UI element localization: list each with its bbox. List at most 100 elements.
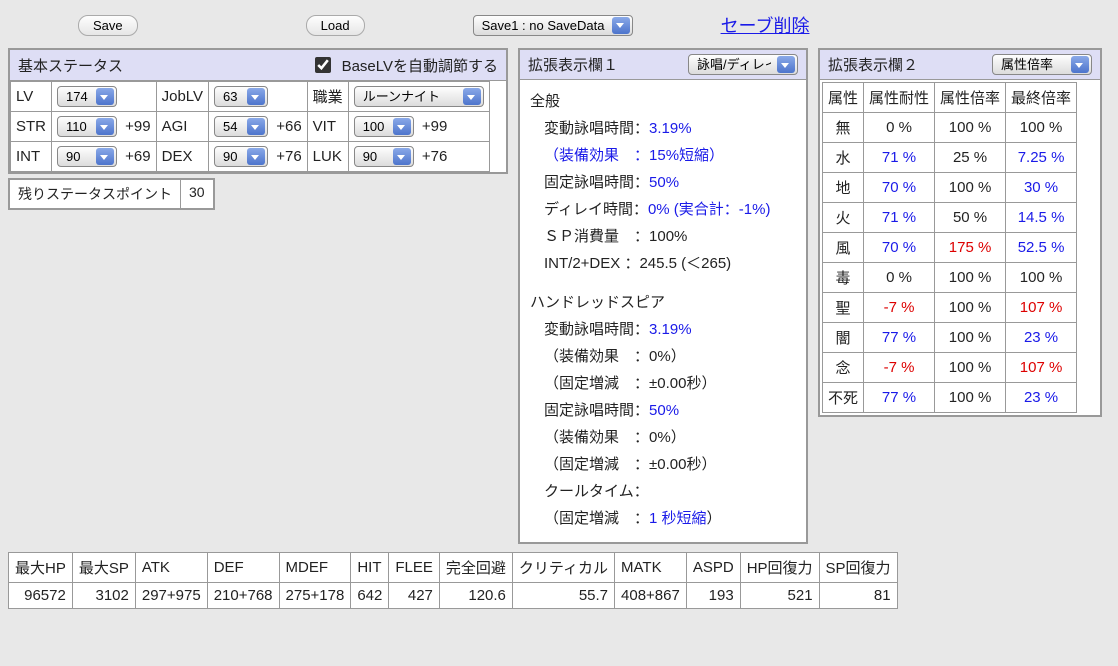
agi-label: AGI [156,112,208,142]
footer-header: 最大SP [72,553,135,583]
s-fix2-value: ±0.00秒 [649,456,701,473]
footer-header: DEF [207,553,279,583]
ext2-title: 拡張表示欄２ [828,54,918,75]
footer-header: 最大HP [9,553,73,583]
footer-value: 96572 [9,583,73,609]
footer-value: 120.6 [439,583,512,609]
int-select[interactable]: 90 [57,146,117,167]
s-cool-label: クールタイム： [544,483,649,500]
s-equip2-value: 0% [649,429,671,446]
save-button[interactable]: Save [78,15,138,36]
footer-value: 297+975 [135,583,207,609]
footer-header: MATK [615,553,687,583]
footer-value: 55.7 [512,583,614,609]
skill-name: ハンドレッドスピア [530,289,796,316]
footer-header: MDEF [279,553,351,583]
s-fcast-value: 50% [649,402,679,419]
table-row: 不死77 %100 %23 % [823,383,1077,413]
s-equip-value: 0% [649,348,671,365]
luk-label: LUK [307,142,348,172]
elem-header: 属性倍率 [935,83,1006,113]
delay-value: 0% (実合計：-1%) [648,201,771,218]
ext-panel-2: 拡張表示欄２ 属性倍率 属性属性耐性属性倍率最終倍率無0 %100 %100 %… [818,48,1102,417]
str-label: STR [11,112,52,142]
luk-bonus: +76 [418,148,447,165]
footer-value: 427 [389,583,440,609]
footer-header: FLEE [389,553,440,583]
element-table: 属性属性耐性属性倍率最終倍率無0 %100 %100 %水71 %25 %7.2… [822,82,1077,413]
joblv-label: JobLV [156,82,208,112]
footer-value: 642 [351,583,389,609]
dex-bonus: +76 [272,148,301,165]
int-label: INT [11,142,52,172]
s-cool-fix-value: 1 秒短縮 [649,510,707,527]
table-row: 聖-7 %100 %107 % [823,293,1077,323]
dex-select[interactable]: 90 [214,146,268,167]
ext1-general: 全般 [530,88,796,115]
auto-baselv-checkbox[interactable] [315,57,331,73]
base-status-panel: 基本ステータス BaseLVを自動調節する LV 174 JobLV 63 職業 [8,48,508,174]
table-row: 無0 %100 %100 % [823,113,1077,143]
delete-save-link[interactable]: セーブ削除 [721,12,810,38]
job-select[interactable]: ルーンナイト [354,86,484,107]
s-fix2-label: （固定増減 ： [544,456,649,473]
equip-label: （装備効果 ： [544,147,649,164]
footer-header: クリティカル [512,553,614,583]
s-vcast-value: 3.19% [649,321,692,338]
s-vcast-label: 変動詠唱時間： [544,321,649,338]
str-select[interactable]: 110 [57,116,117,137]
joblv-select[interactable]: 63 [214,86,268,107]
base-status-title: 基本ステータス [18,55,123,76]
table-row: 地70 %100 %30 % [823,173,1077,203]
ext1-title: 拡張表示欄１ [528,54,618,75]
int-bonus: +69 [121,148,150,165]
remaining-points: 残りステータスポイント 30 [8,178,215,210]
footer-value: 81 [819,583,897,609]
luk-select[interactable]: 90 [354,146,414,167]
footer-header: HP回復力 [740,553,819,583]
load-button[interactable]: Load [306,15,365,36]
agi-select[interactable]: 54 [214,116,268,137]
table-row: 毒0 %100 %100 % [823,263,1077,293]
footer-value: 193 [686,583,740,609]
elem-header: 属性耐性 [864,83,935,113]
sp-value: 100% [649,228,687,245]
footer-header: 完全回避 [439,553,512,583]
vcast-value: 3.19% [649,120,692,137]
str-bonus: +99 [121,118,150,135]
ext-panel-1: 拡張表示欄１ 詠唱/ディレイ 全般 変動詠唱時間：3.19% （装備効果 ：15… [518,48,808,544]
footer-value: 408+867 [615,583,687,609]
vit-bonus: +99 [418,118,447,135]
s-cool-fix-label: （固定増減 ： [544,510,649,527]
dex-label: DEX [156,142,208,172]
table-row: 念-7 %100 %107 % [823,353,1077,383]
save-slot-select[interactable]: Save1 : no SaveData [473,15,633,36]
table-row: 風70 %175 %52.5 % [823,233,1077,263]
table-row: 水71 %25 %7.25 % [823,143,1077,173]
vcast-label: 変動詠唱時間： [544,120,649,137]
sp-label: ＳＰ消費量 ： [544,228,649,245]
s-equip2-label: （装備効果 ： [544,429,649,446]
lv-label: LV [11,82,52,112]
footer-value: 3102 [72,583,135,609]
lv-select[interactable]: 174 [57,86,117,107]
table-row: 火71 %50 %14.5 % [823,203,1077,233]
delay-label: ディレイ時間： [544,201,648,218]
remaining-points-label: 残りステータスポイント [10,180,181,208]
elem-header: 属性 [823,83,864,113]
remaining-points-value: 30 [181,180,213,208]
fcast-label: 固定詠唱時間： [544,174,649,191]
footer-value: 521 [740,583,819,609]
ext2-mode-select[interactable]: 属性倍率 [992,54,1092,75]
vit-select[interactable]: 100 [354,116,414,137]
auto-baselv-label: BaseLVを自動調節する [342,55,498,76]
table-row: 闇77 %100 %23 % [823,323,1077,353]
footer-header: ATK [135,553,207,583]
ext1-mode-select[interactable]: 詠唱/ディレイ [688,54,798,75]
intdex-value: 245.5 (＜265) [639,255,731,272]
equip-value: 15%短縮 [649,147,709,164]
s-fcast-label: 固定詠唱時間： [544,402,649,419]
footer-stats-table: 最大HP最大SPATKDEFMDEFHITFLEE完全回避クリティカルMATKA… [8,552,898,609]
job-label: 職業 [307,82,348,112]
footer-header: ASPD [686,553,740,583]
